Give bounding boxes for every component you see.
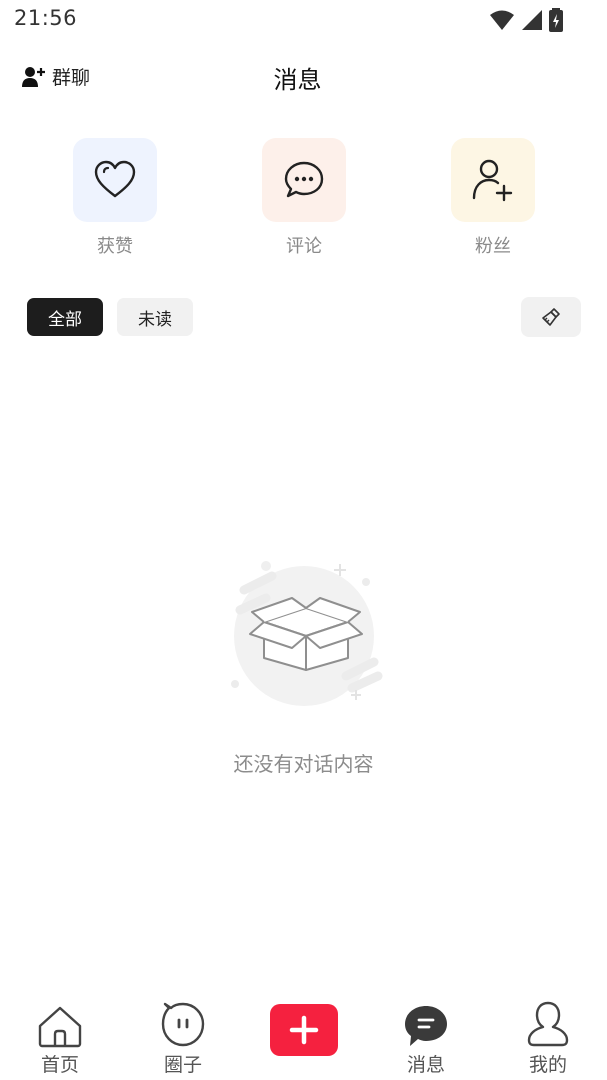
- tab-messages-label: 消息: [406, 1054, 445, 1076]
- empty-box-icon: [231, 561, 383, 706]
- battery-charging-icon: [549, 8, 563, 32]
- category-comments-label: 评论: [286, 236, 322, 257]
- category-likes[interactable]: 获赞: [72, 138, 158, 258]
- fans-icon-box: [451, 138, 535, 222]
- tab-profile-label: 我的: [528, 1054, 567, 1076]
- broom-icon: [542, 308, 560, 326]
- tab-circle-label: 圈子: [163, 1054, 202, 1076]
- page-title: 消息: [273, 66, 322, 94]
- category-comments[interactable]: 评论: [261, 138, 347, 258]
- heart-icon: [94, 160, 136, 198]
- category-fans[interactable]: 粉丝: [450, 138, 536, 258]
- profile-icon: [527, 1001, 569, 1047]
- tab-home-label: 首页: [40, 1054, 79, 1076]
- tab-profile[interactable]: 我的: [498, 990, 598, 1077]
- filter-unread-chip[interactable]: 未读: [117, 298, 193, 336]
- tab-home[interactable]: 首页: [10, 990, 110, 1077]
- likes-icon-box: [73, 138, 157, 222]
- home-icon: [38, 1006, 82, 1048]
- category-likes-label: 获赞: [97, 236, 133, 257]
- comments-icon-box: [262, 138, 346, 222]
- wifi-icon: [490, 10, 514, 30]
- signal-icon: [522, 10, 542, 30]
- create-post-button[interactable]: [270, 1004, 338, 1056]
- filter-all-chip[interactable]: 全部: [27, 298, 103, 336]
- category-fans-label: 粉丝: [475, 236, 511, 257]
- empty-state-message: 还没有对话内容: [233, 752, 374, 776]
- add-person-icon: [472, 159, 513, 202]
- tab-messages[interactable]: 消息: [376, 990, 476, 1077]
- status-time: 21:56: [14, 6, 78, 30]
- tab-circle[interactable]: 圈子: [133, 990, 233, 1077]
- plus-icon: [289, 1015, 319, 1045]
- comment-bubble-icon: [284, 161, 324, 198]
- clear-unread-button[interactable]: [521, 297, 581, 337]
- circle-face-icon: [161, 1002, 205, 1047]
- message-bubble-icon: [405, 1006, 447, 1046]
- status-icons: [489, 8, 563, 32]
